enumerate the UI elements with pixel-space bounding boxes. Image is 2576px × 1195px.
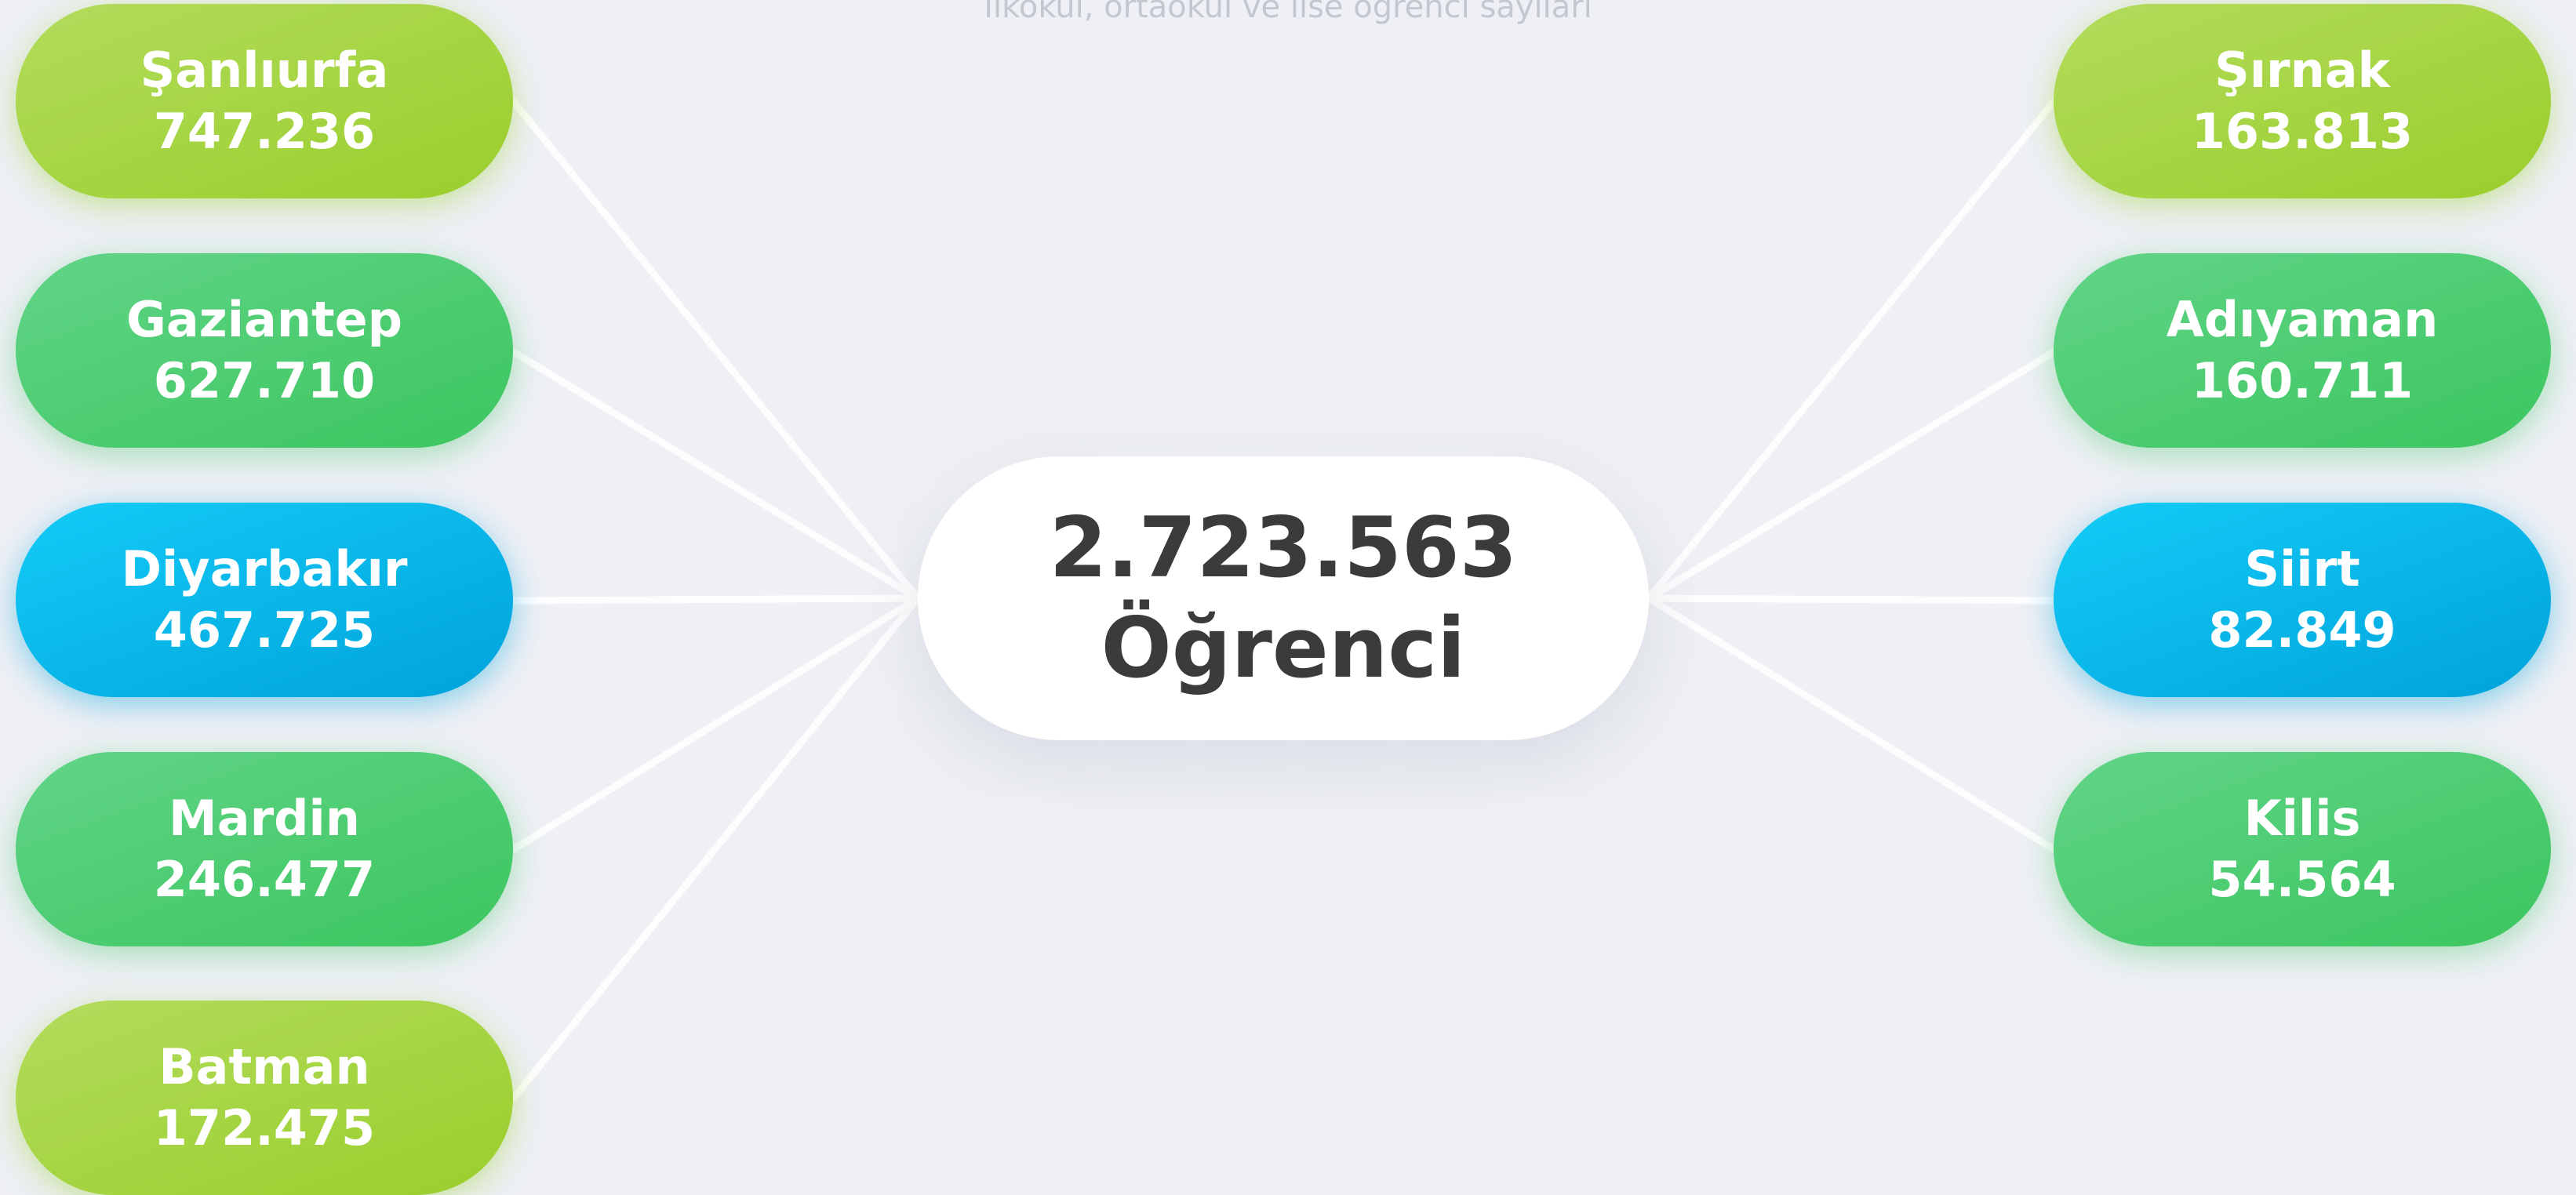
connector-line	[510, 98, 922, 602]
node-siirt: Siirt 82.849	[2054, 503, 2551, 697]
node-diyarbakir: Diyarbakır 467.725	[16, 503, 513, 697]
node-sirnak: Şırnak 163.813	[2054, 4, 2551, 198]
connector-line	[510, 594, 922, 1102]
connector-line	[510, 594, 922, 605]
node-value: 246.477	[153, 851, 376, 908]
node-name: Şırnak	[2214, 42, 2390, 99]
node-value: 467.725	[153, 601, 376, 659]
node-name: Kilis	[2243, 790, 2361, 847]
total-students-node: 2.723.563 Öğrenci	[918, 456, 1649, 740]
node-name: Batman	[158, 1038, 370, 1095]
total-value: 2.723.563	[1049, 499, 1518, 596]
node-sanliurfa: Şanlıurfa 747.236	[16, 4, 513, 198]
node-name: Siirt	[2244, 540, 2360, 598]
node-name: Gaziantep	[126, 291, 403, 348]
node-value: 163.813	[2191, 103, 2414, 160]
node-value: 747.236	[153, 103, 376, 160]
node-value: 54.564	[2208, 851, 2396, 908]
connector-line	[1645, 348, 2058, 602]
node-name: Diyarbakır	[121, 540, 408, 598]
connector-line	[510, 348, 922, 602]
node-value: 627.710	[153, 352, 376, 409]
connector-line	[1645, 594, 2058, 853]
node-value: 82.849	[2208, 601, 2396, 659]
connector-line	[510, 594, 922, 853]
node-value: 172.475	[153, 1099, 376, 1157]
node-batman: Batman 172.475	[16, 1001, 513, 1195]
connector-line	[1645, 594, 2058, 605]
node-name: Şanlıurfa	[140, 42, 389, 99]
total-label: Öğrenci	[1101, 600, 1466, 696]
connector-line	[1645, 98, 2058, 602]
node-name: Mardin	[169, 790, 360, 847]
node-gaziantep: Gaziantep 627.710	[16, 253, 513, 448]
node-name: Adıyaman	[2166, 291, 2439, 348]
node-value: 160.711	[2191, 352, 2414, 409]
node-mardin: Mardin 246.477	[16, 752, 513, 946]
node-adiyaman: Adıyaman 160.711	[2054, 253, 2551, 448]
node-kilis: Kilis 54.564	[2054, 752, 2551, 946]
